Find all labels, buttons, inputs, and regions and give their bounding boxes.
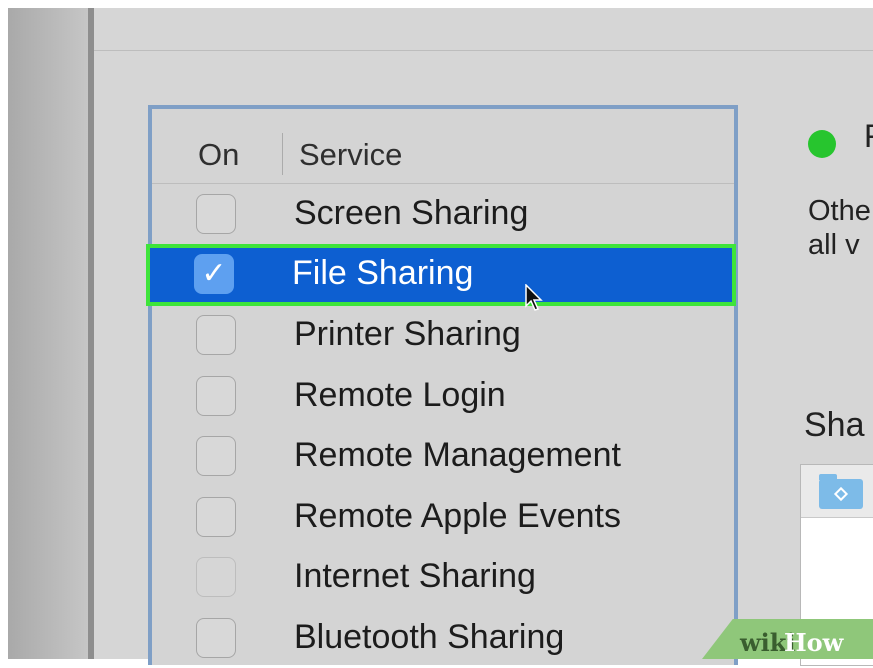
toolbar-divider [94,50,873,51]
service-row[interactable]: Internet Sharing [152,547,734,607]
service-label: Remote Management [294,436,621,474]
service-row[interactable]: Remote Management [152,426,734,486]
services-table: On Service Screen Sharing ✓ File Sharing Pr… [146,105,738,665]
services-table-header: On Service [152,109,734,184]
service-checkbox[interactable] [196,496,236,537]
column-header-service[interactable]: Service [299,137,402,173]
watermark-text-how: How [784,628,844,657]
status-text: F [864,118,873,155]
shared-folder-icon [819,474,863,509]
service-row[interactable]: Screen Sharing [152,184,734,244]
column-separator [282,133,283,175]
service-checkbox[interactable] [196,375,236,416]
desktop-backdrop [8,8,88,659]
shared-folders-title: Sha [804,406,865,444]
service-label: Remote Apple Events [294,496,621,535]
service-label: Printer Sharing [294,315,521,353]
service-checkbox[interactable] [196,194,236,234]
service-checkbox[interactable] [196,436,236,476]
service-checkbox[interactable] [196,557,236,597]
status-indicator-dot [808,130,836,158]
shared-folder-row[interactable] [801,465,873,518]
sharing-preferences-window: On Service Screen Sharing ✓ File Sharing Pr… [94,8,873,665]
service-checkbox[interactable] [196,617,236,658]
description-line-1: Othe [808,195,871,227]
service-row[interactable]: Remote Login [152,366,734,426]
folder-badge-icon [833,486,849,502]
service-row[interactable]: Remote Apple Events [152,487,734,547]
service-row[interactable]: Printer Sharing [152,305,734,365]
column-header-on[interactable]: On [198,137,239,173]
service-label: Screen Sharing [294,194,529,232]
mouse-pointer-icon [525,284,543,311]
service-row[interactable]: ✓ File Sharing [146,243,736,306]
service-label: Internet Sharing [294,557,536,595]
service-description: Othe all v [808,194,871,262]
description-line-2: all v [808,229,860,261]
service-label: Bluetooth Sharing [294,617,565,656]
service-checkbox[interactable] [196,315,236,355]
service-label: File Sharing [292,253,474,292]
service-checkbox[interactable]: ✓ [194,253,234,294]
service-label: Remote Login [294,375,506,414]
